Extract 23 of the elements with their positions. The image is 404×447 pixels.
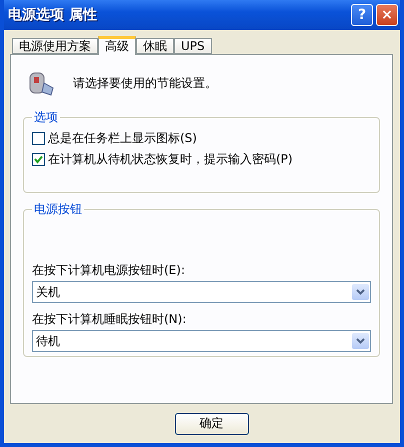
tab[interactable]: 高级 (98, 36, 136, 55)
help-button[interactable]: ? (351, 4, 373, 26)
chevron-down-icon (356, 289, 365, 295)
field-label: 在按下计算机电源按钮时(E): (32, 262, 186, 279)
tab[interactable]: 休眠 (136, 38, 174, 54)
chevron-down-icon (356, 338, 365, 344)
group-title: 选项 (33, 109, 59, 126)
checkbox-label: 在计算机从待机状态恢复时，提示输入密码(P) (48, 151, 293, 168)
dropdown-value: 关机 (36, 284, 60, 300)
dropdown-value: 待机 (36, 332, 60, 350)
ok-button[interactable]: 确定 (174, 412, 248, 434)
window-title: 电源选项 属性 (8, 6, 98, 24)
tab[interactable]: UPS (174, 38, 212, 54)
checkbox-label: 总是在任务栏上显示图标(S) (48, 130, 197, 147)
dropdown[interactable]: 待机 (32, 330, 371, 352)
group-title: 电源按钮 (33, 201, 83, 218)
field-label: 在按下计算机睡眠按钮时(N): (32, 311, 188, 328)
dropdown[interactable]: 关机 (32, 281, 371, 303)
close-button[interactable]: × (376, 4, 398, 26)
checkbox[interactable] (32, 153, 45, 166)
tab[interactable]: 电源使用方案 (12, 38, 98, 54)
checkbox[interactable] (32, 132, 45, 145)
intro-text: 请选择要使用的节能设置。 (73, 74, 217, 92)
